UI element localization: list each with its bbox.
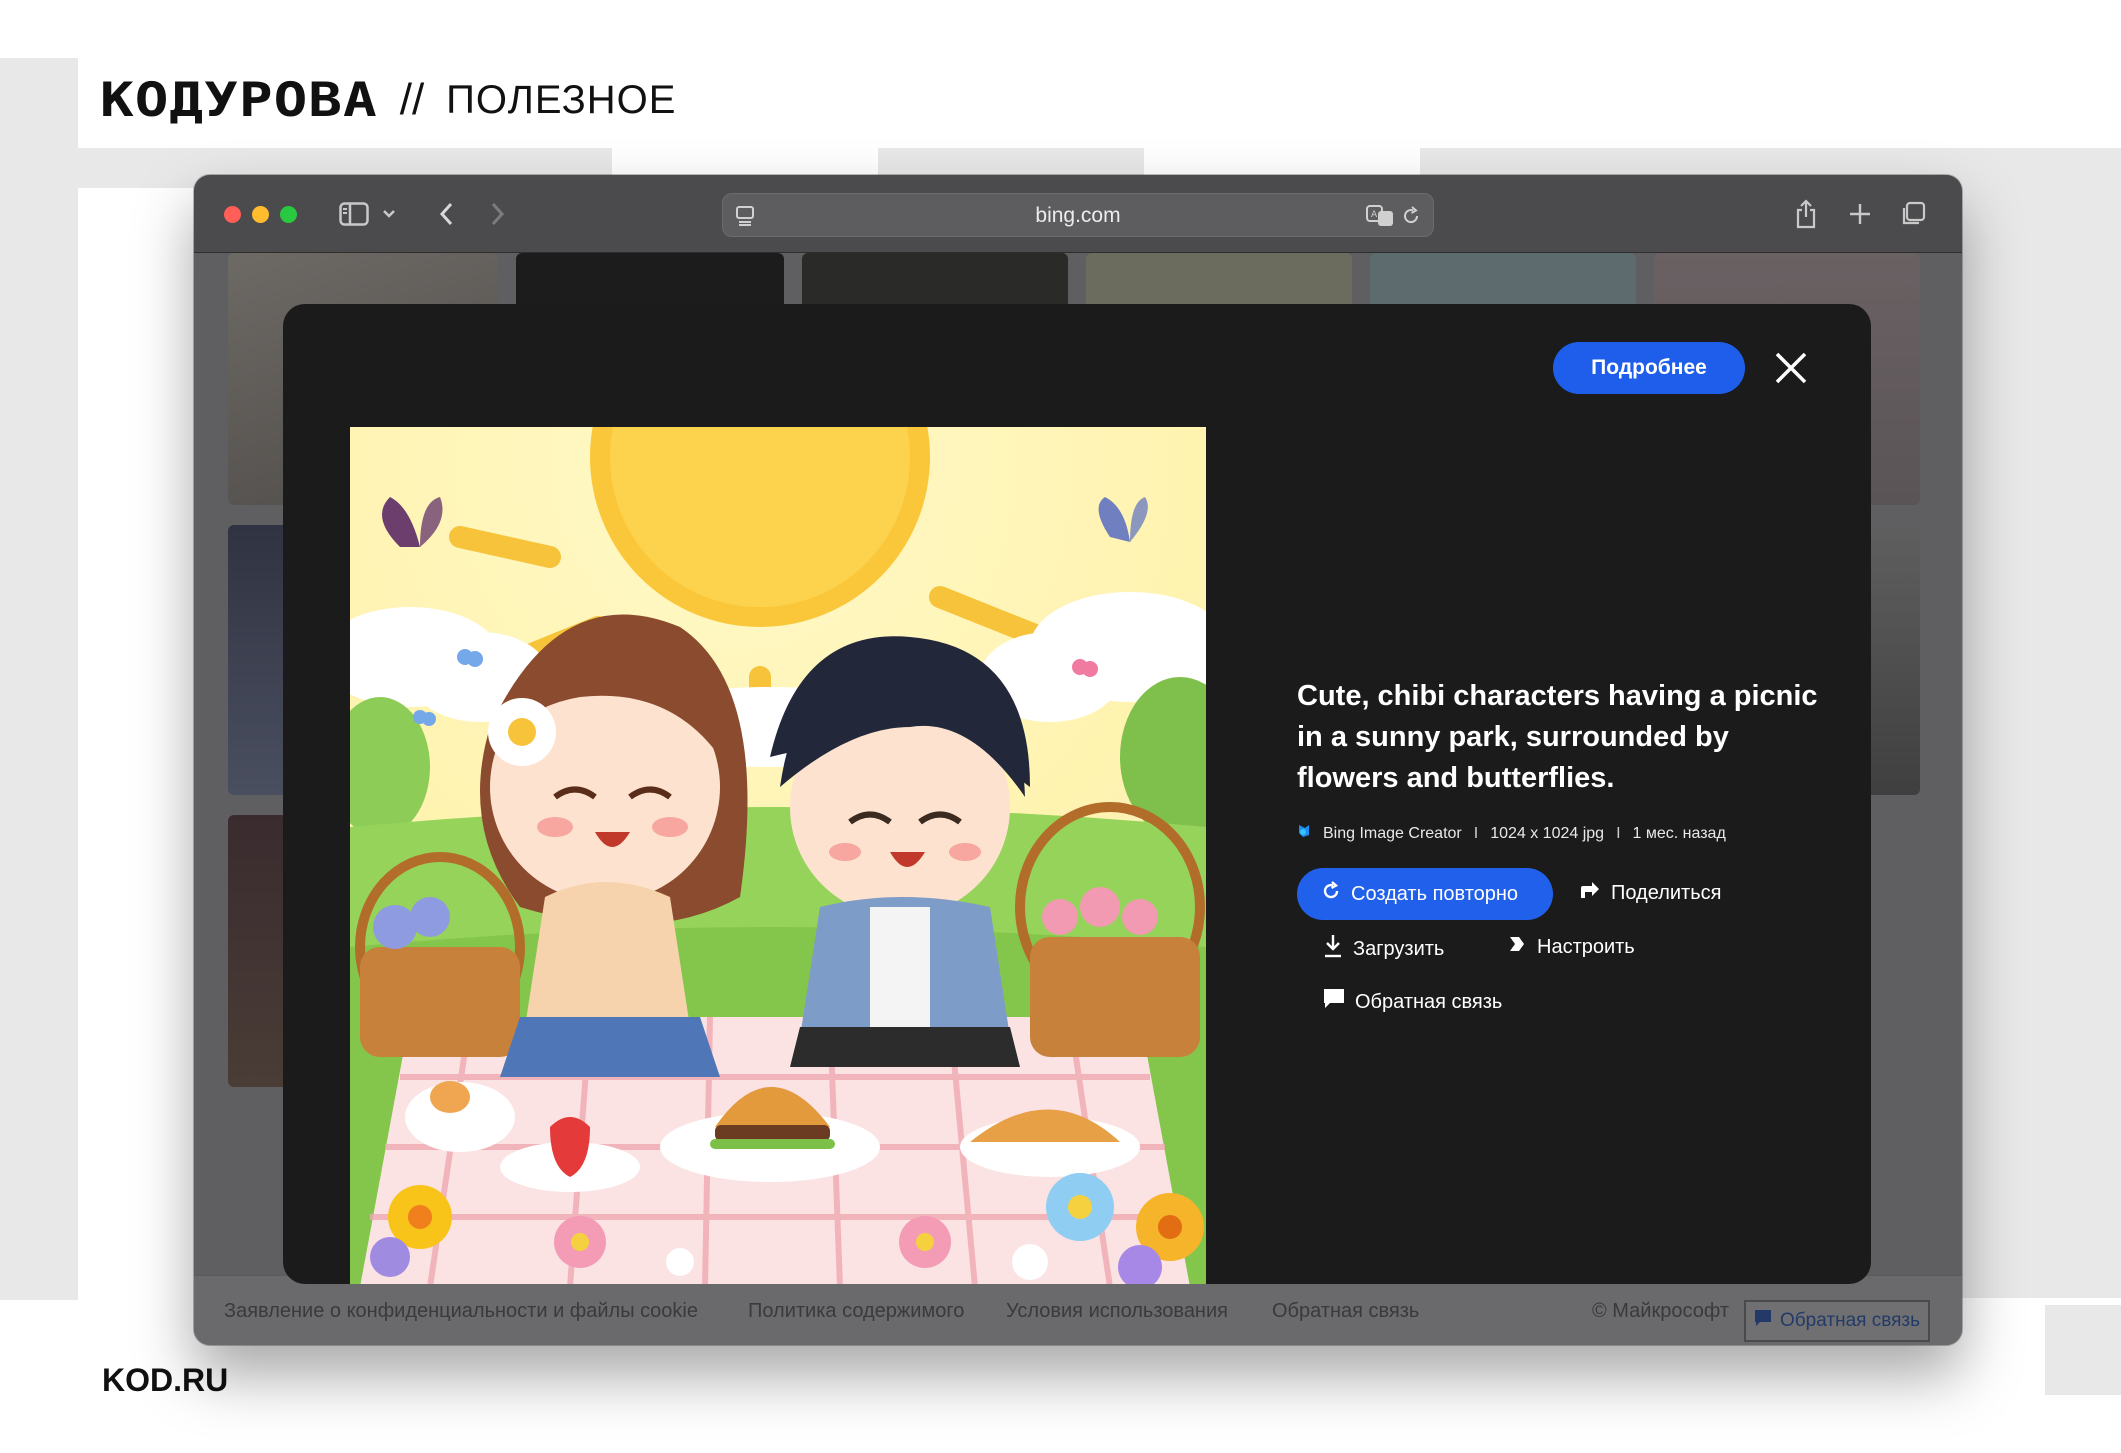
share-icon[interactable] [1792, 197, 1820, 231]
terms-link[interactable]: Условия использования [1006, 1300, 1228, 1323]
generated-image[interactable] [350, 427, 1206, 1284]
result-thumbnail[interactable] [228, 525, 288, 795]
tab-overview-icon[interactable] [1898, 199, 1928, 229]
bg-panel-footer-right [2045, 1305, 2121, 1395]
bg-panel-left [0, 58, 78, 1308]
chat-bubble-icon [1754, 1309, 1772, 1333]
content-policy-link[interactable]: Политика содержимого [748, 1300, 964, 1323]
sidebar-toggle-icon[interactable] [338, 199, 370, 229]
customize-icon [1507, 934, 1527, 960]
minimize-window-button[interactable] [252, 206, 269, 223]
new-tab-icon[interactable] [1846, 199, 1874, 229]
slide: КОДУРОВА // ПОЛЕЗНОЕ KOD.RU bing.com A З… [0, 0, 2121, 1453]
refresh-icon [1321, 881, 1341, 907]
page-footer: Заявление о конфиденциальности и файлы c… [194, 1275, 1962, 1345]
image-info-panel: Cute, chibi characters having a picnic i… [1297, 676, 1837, 1038]
recreate-label: Создать повторно [1351, 882, 1519, 905]
copyright-text: © Майкрософт [1592, 1300, 1729, 1322]
reload-icon[interactable] [1399, 204, 1423, 228]
customize-button[interactable]: Настроить [1507, 934, 1635, 960]
brand-separator: // [399, 75, 425, 124]
close-icon[interactable] [1771, 348, 1811, 388]
image-actions: Создать повторно Поделиться Загрузить На… [1297, 868, 1837, 1038]
brand-header: КОДУРОВА // ПОЛЕЗНОЕ [100, 70, 676, 130]
floating-feedback-label: Обратная связь [1780, 1310, 1920, 1331]
close-window-button[interactable] [224, 206, 241, 223]
meta-separator: I [1616, 824, 1621, 842]
chevron-down-icon[interactable] [380, 203, 398, 225]
svg-text:A: A [1371, 210, 1378, 220]
more-details-button[interactable]: Подробнее [1553, 342, 1745, 394]
image-meta: Bing Image Creator I 1024 x 1024 jpg I 1… [1297, 823, 1837, 844]
image-detail-modal: Подробнее Cute, chibi characters having … [283, 304, 1871, 1284]
address-bar[interactable]: bing.com A [722, 193, 1434, 237]
forward-icon[interactable] [486, 199, 510, 229]
feedback-link[interactable]: Обратная связь [1272, 1300, 1419, 1323]
feedback-label: Обратная связь [1355, 990, 1503, 1013]
image-title: Cute, chibi characters having a picnic i… [1297, 680, 1818, 794]
floating-feedback-button[interactable]: Обратная связь [1744, 1300, 1930, 1342]
image-dimensions: 1024 x 1024 jpg [1490, 824, 1605, 842]
recreate-button[interactable]: Создать повторно [1297, 868, 1553, 920]
share-arrow-icon [1579, 880, 1601, 906]
download-icon [1323, 934, 1343, 964]
feedback-icon [1323, 988, 1345, 1016]
share-button[interactable]: Поделиться [1579, 880, 1721, 906]
image-source[interactable]: Bing Image Creator [1323, 825, 1462, 843]
bing-creator-icon [1297, 823, 1311, 844]
privacy-link[interactable]: Заявление о конфиденциальности и файлы c… [224, 1300, 698, 1323]
feedback-button[interactable]: Обратная связь [1323, 988, 1502, 1016]
section-title: ПОЛЕЗНОЕ [446, 77, 677, 122]
download-button[interactable]: Загрузить [1323, 934, 1444, 964]
download-label: Загрузить [1353, 937, 1445, 960]
customize-label: Настроить [1537, 935, 1635, 958]
zoom-window-button[interactable] [280, 206, 297, 223]
browser-window: bing.com A Заявление о конфиденциальност… [194, 175, 1962, 1345]
address-url: bing.com [1035, 204, 1121, 227]
share-label: Поделиться [1611, 881, 1722, 904]
brand-logo: КОДУРОВА [100, 72, 378, 128]
site-footer-label: KOD.RU [102, 1362, 229, 1398]
meta-separator: I [1473, 824, 1479, 842]
image-age: 1 мес. назад [1632, 824, 1726, 842]
back-icon[interactable] [434, 199, 458, 229]
result-thumbnail[interactable] [228, 815, 288, 1087]
browser-titlebar: bing.com A [194, 175, 1962, 253]
translate-icon[interactable]: A [1365, 203, 1395, 229]
